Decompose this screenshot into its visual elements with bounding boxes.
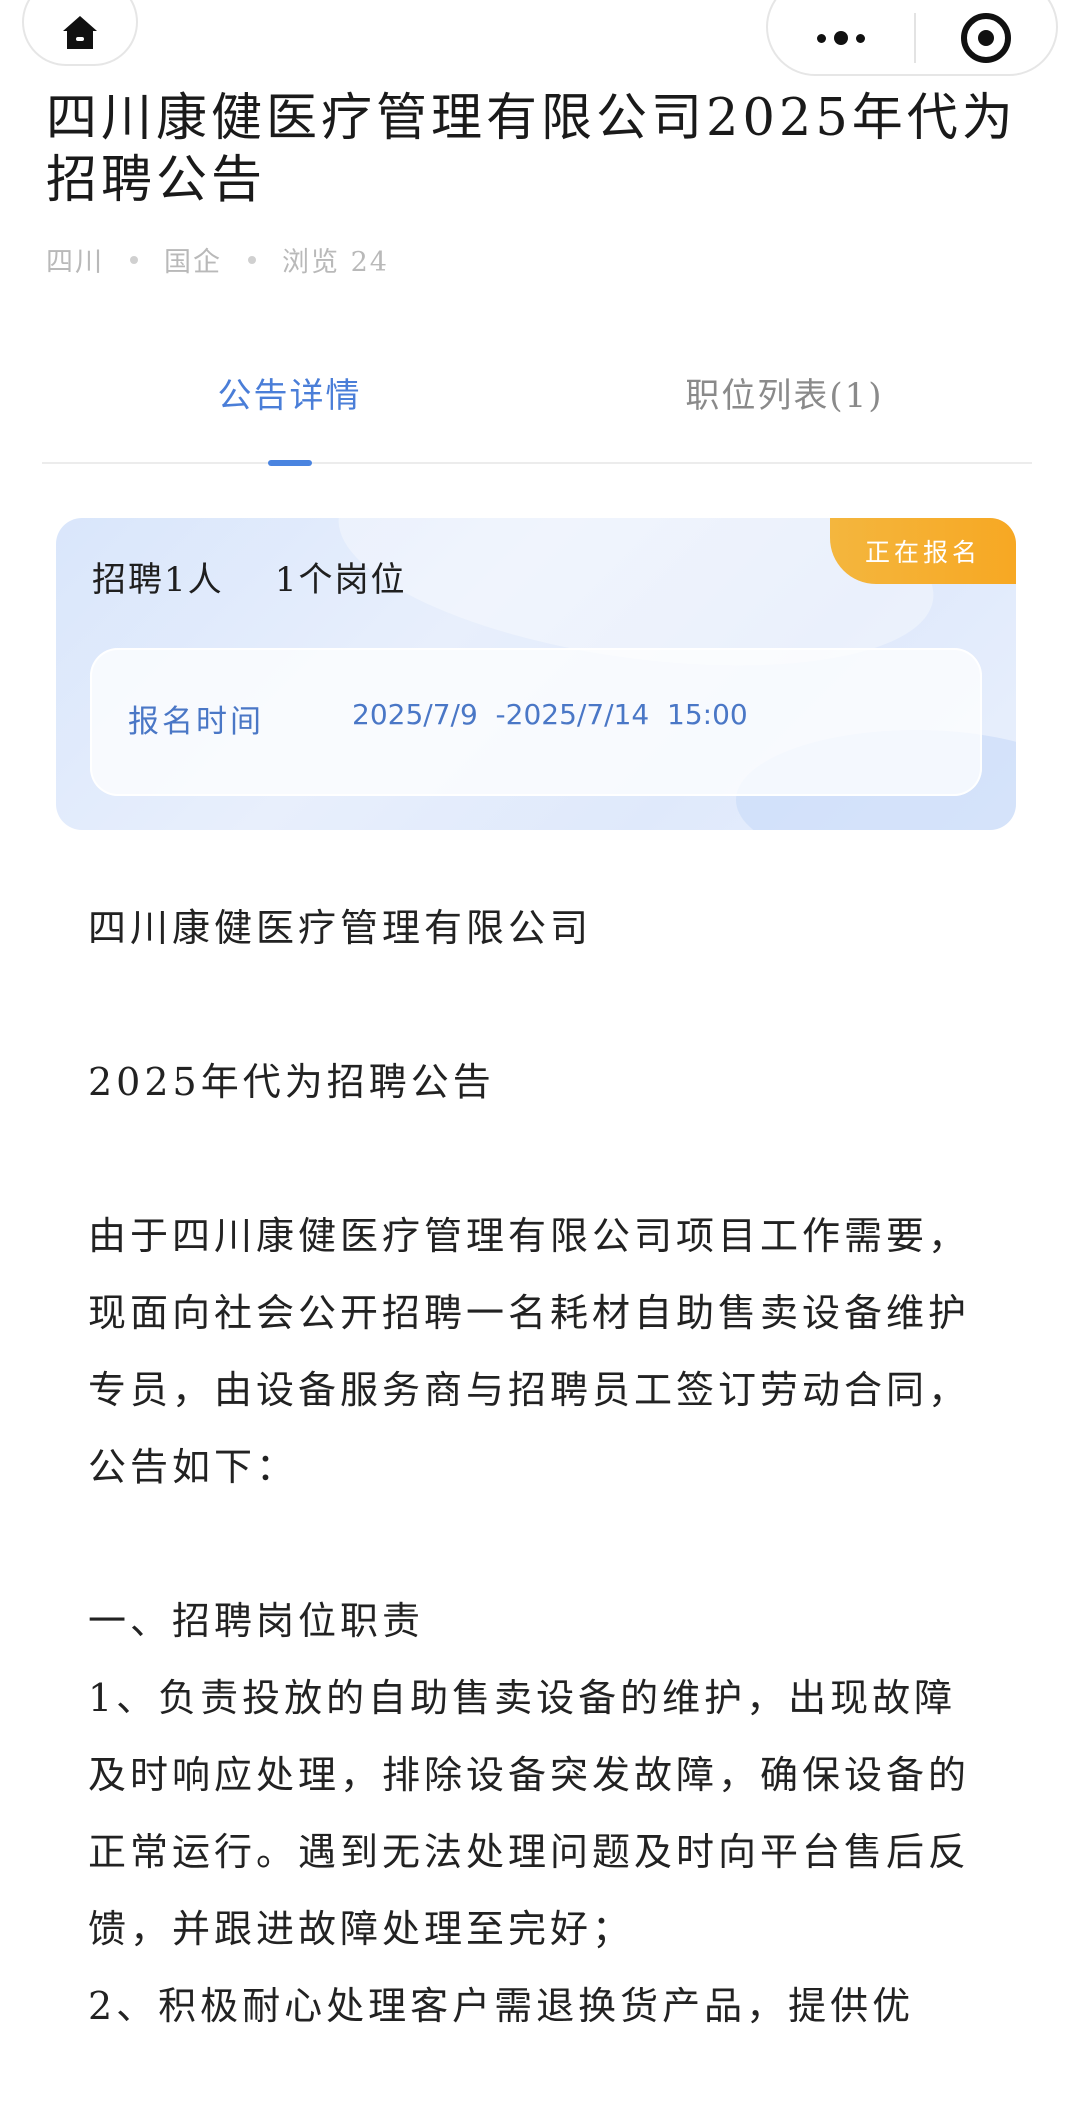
page-title: 四川康健医疗管理有限公司2025年代为招聘公告 [46,89,1017,210]
registration-time-value: 2025/7/9 -2025/7/14 15:00 [352,698,748,731]
recruitment-count: 招聘1人 1个岗位 [92,560,407,600]
more-dots-icon [817,33,826,43]
duty-item: 1、负责投放的自助售卖设备的维护，出现故障及时响应处理，排除设备突发故障，确保设… [88,1676,971,1951]
meta-type: 国企 [164,247,222,278]
tab-label: 公告详情 [217,376,362,416]
status-badge: 正在报名 [830,518,1016,584]
tab-position-list[interactable]: 职位列表(1) [537,360,1032,462]
recruitment-summary-card: 招聘1人 1个岗位 正在报名 报名时间 2025/7/9 -2025/7/14 … [56,518,1016,830]
meta-region: 四川 [46,247,104,278]
duty-item: 2、积极耐心处理客户需退换货产品，提供优 [88,1984,915,2028]
intro-paragraph: 由于四川康健医疗管理有限公司项目工作需要，现面向社会公开招聘一名耗材自助售卖设备… [88,1214,971,1489]
company-name: 四川康健医疗管理有限公司 [88,906,593,950]
mini-program-capsule [766,0,1058,76]
meta-separator [130,255,138,264]
close-button[interactable] [916,13,1056,63]
meta-info: 四川 国企 浏览 24 [46,240,389,279]
registration-time-box: 报名时间 2025/7/9 -2025/7/14 15:00 [90,648,982,796]
more-button[interactable] [768,2,914,74]
tab-announcement-details[interactable]: 公告详情 [42,360,537,466]
announcement-heading: 2025年代为招聘公告 [88,1060,495,1104]
home-button[interactable] [22,0,138,66]
tab-label: 职位列表(1) [685,376,884,416]
target-close-icon [961,13,1011,63]
meta-separator [248,255,256,264]
tab-bar: 公告详情 职位列表(1) [42,360,1032,466]
announcement-content: 四川康健医疗管理有限公司 2025年代为招聘公告 由于四川康健医疗管理有限公司项… [88,890,988,2045]
registration-time-label: 报名时间 [128,704,264,740]
home-icon [63,16,97,49]
active-tab-indicator [267,460,312,466]
section-title: 一、招聘岗位职责 [88,1599,425,1643]
meta-views: 浏览 24 [282,247,389,278]
